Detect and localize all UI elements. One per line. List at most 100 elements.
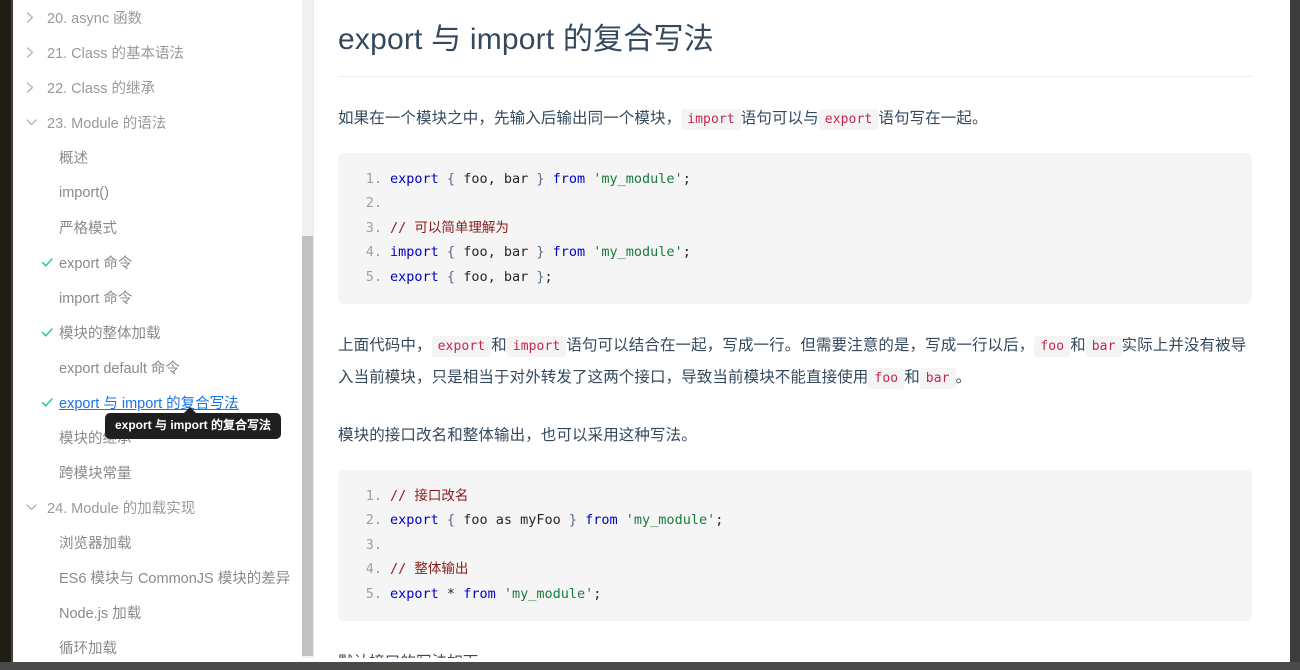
code-token: ;	[715, 512, 724, 529]
code-line: 2. export { foo as myFoo } from 'my_modul…	[356, 508, 1234, 533]
page-title: export 与 import 的复合写法	[338, 14, 1252, 77]
window-frame-right	[1290, 0, 1300, 670]
sidebar-item-5[interactable]: import()	[13, 175, 301, 210]
sidebar-item-18[interactable]: 循环加载	[13, 630, 301, 658]
paragraph-2-text-6: 和	[904, 369, 920, 387]
code-token: // 整体输出	[390, 561, 469, 578]
code-token: ;	[593, 585, 602, 602]
sidebar-item-8[interactable]: import 命令	[13, 280, 301, 315]
paragraph-2-text-1: 上面代码中，	[338, 337, 432, 355]
sidebar-item-label: 20. async 函数	[47, 11, 143, 27]
inline-code-import-2: import	[506, 336, 567, 358]
inline-code-foo-2: foo	[868, 368, 905, 390]
inline-code-bar-2: bar	[919, 368, 956, 390]
paragraph-3: 模块的接口改名和整体输出，也可以采用这种写法。	[338, 426, 697, 444]
sidebar-item-label: 循环加载	[59, 641, 117, 657]
sidebar-item-label: 跨模块常量	[59, 466, 132, 482]
sidebar-item-4[interactable]: 概述	[13, 140, 301, 175]
chevron-right-icon[interactable]	[25, 46, 47, 59]
code-block-1: 1. export { foo, bar } from 'my_module'; 2…	[338, 152, 1252, 305]
sidebar-navigation[interactable]: 20. async 函数 21. Class 的基本语法 22. Class 的继承…	[13, 0, 301, 658]
partial-bottom-row	[13, 658, 1259, 662]
code-line: 5. export * from 'my_module';	[356, 582, 1234, 607]
code-token: }	[568, 512, 577, 529]
code-token: foo, bar	[455, 170, 537, 187]
sidebar-item-label: 24. Module 的加载实现	[47, 501, 196, 517]
code-token: // 接口改名	[390, 487, 469, 504]
code-token: {	[446, 170, 456, 187]
sidebar-item-label: import 命令	[59, 291, 133, 307]
code-token: {	[446, 244, 456, 261]
window-frame-left	[0, 0, 12, 670]
sidebar-item-label: 21. Class 的基本语法	[47, 46, 184, 62]
code-token: // 可以简单理解为	[390, 219, 509, 236]
code-token: *	[446, 585, 456, 602]
code-line: 5. export { foo, bar };	[356, 265, 1234, 290]
inline-code-import: import	[681, 109, 741, 130]
sidebar-item-16[interactable]: ES6 模块与 CommonJS 模块的差异	[13, 560, 301, 595]
code-line: 3.	[356, 533, 1234, 558]
code-token: ;	[682, 170, 691, 187]
sidebar-item-15[interactable]: 浏览器加载	[13, 525, 301, 560]
paragraph-1-text-3: 语句写在一起。	[878, 110, 988, 127]
code-token: foo, bar	[455, 244, 537, 261]
sidebar-item-13[interactable]: 跨模块常量	[13, 455, 301, 490]
chevron-down-icon[interactable]	[25, 502, 47, 513]
window-frame-bottom	[0, 662, 1300, 670]
code-token: {	[446, 512, 456, 529]
sidebar-item-label: import()	[59, 184, 109, 201]
code-line: 4. // 整体输出	[356, 557, 1234, 582]
article-inner: export 与 import 的复合写法 如果在一个模块之中，先输入后输出同一…	[314, 0, 1272, 662]
tooltip: export 与 import 的复合写法	[105, 406, 282, 440]
check-icon	[41, 397, 59, 408]
code-line: 3. // 可以简单理解为	[356, 216, 1234, 241]
code-line-number: 4.	[365, 561, 382, 578]
sidebar-item-label: 22. Class 的继承	[47, 81, 155, 97]
sidebar-scrollbar-thumb[interactable]	[302, 236, 313, 656]
code-token: 'my_module'	[593, 170, 683, 187]
sidebar-item-label: 严格模式	[59, 221, 117, 237]
code-line-number: 3.	[365, 536, 382, 553]
sidebar-item-label: Node.js 加载	[59, 606, 142, 622]
code-line-number: 2.	[365, 512, 382, 529]
code-token: from	[463, 585, 496, 602]
code-token: 'my_module'	[503, 585, 594, 602]
sidebar-item-7[interactable]: export 命令	[13, 245, 301, 280]
paragraph-2: 上面代码中， export 和 import 语句可以结合在一起，写成一行。但需要注意的…	[338, 330, 1252, 394]
sidebar-item-10[interactable]: export default 命令	[13, 350, 301, 385]
code-line: 1. // 接口改名	[356, 484, 1234, 509]
sidebar-item-3[interactable]: 23. Module 的语法	[13, 105, 301, 140]
sidebar-item-label: ES6 模块与 CommonJS 模块的差异	[59, 571, 291, 587]
sidebar-item-6[interactable]: 严格模式	[13, 210, 301, 245]
sidebar-item-label: 模块的整体加载	[59, 326, 161, 342]
sidebar-item-label: export 命令	[59, 256, 133, 272]
inline-code-foo-1: foo	[1034, 336, 1071, 358]
check-icon	[41, 257, 59, 268]
inline-code-bar-1: bar	[1085, 336, 1122, 358]
sidebar-item-0[interactable]: 20. async 函数	[13, 0, 301, 35]
chevron-down-icon[interactable]	[25, 117, 47, 128]
article-content: export 与 import 的复合写法 如果在一个模块之中，先输入后输出同一…	[314, 0, 1272, 662]
sidebar-item-14[interactable]: 24. Module 的加载实现	[13, 490, 301, 525]
chevron-right-icon[interactable]	[25, 81, 47, 94]
code-token: 'my_module'	[593, 244, 683, 261]
sidebar-item-label: export default 命令	[59, 361, 180, 377]
sidebar-item-2[interactable]: 22. Class 的继承	[13, 70, 301, 105]
sidebar-item-label: 概述	[59, 151, 88, 167]
sidebar-item-9[interactable]: 模块的整体加载	[13, 315, 301, 350]
code-token: 'my_module'	[625, 512, 716, 529]
paragraph-1-text-2: 语句可以与	[740, 110, 819, 127]
inline-code-export-2: export	[431, 336, 492, 358]
chevron-right-icon[interactable]	[25, 11, 47, 24]
sidebar-item-1[interactable]: 21. Class 的基本语法	[13, 35, 301, 70]
sidebar-item-17[interactable]: Node.js 加载	[13, 595, 301, 630]
paragraph-2-text-3: 语句可以结合在一起，写成一行。但需要注意的是，写成一行以后，	[566, 337, 1035, 355]
sidebar-item-label: export 与 import 的复合写法	[59, 396, 239, 412]
page-scrollbar-track[interactable]	[1272, 0, 1290, 662]
